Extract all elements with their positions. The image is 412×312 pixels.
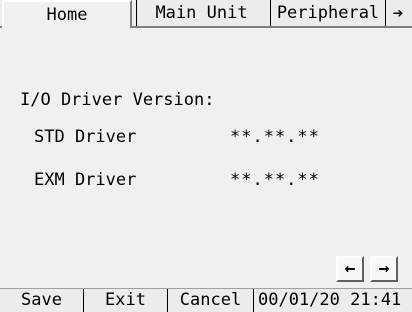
cancel-button[interactable]: Cancel	[168, 289, 254, 312]
tab-main-unit[interactable]: Main Unit	[136, 0, 266, 26]
save-button[interactable]: Save	[0, 289, 84, 312]
tab-next-right-arrow-icon[interactable]: ➔	[388, 4, 408, 24]
bottom-bar: Save Exit Cancel 00/01/20 21:41	[0, 288, 412, 312]
std-driver-version: **.**.**	[230, 127, 320, 147]
exm-driver-label: EXM Driver	[34, 170, 137, 190]
scroll-right-button[interactable]: →	[370, 256, 398, 282]
tab-bar: Home Main Unit Peripheral ➔	[0, 0, 412, 28]
exm-driver-version: **.**.**	[230, 170, 320, 190]
scroll-left-button[interactable]: ←	[336, 256, 364, 282]
std-driver-label: STD Driver	[34, 127, 137, 147]
tab-home[interactable]: Home	[2, 0, 132, 28]
right-arrow-icon: →	[378, 258, 390, 279]
tab-peripheral[interactable]: Peripheral	[270, 0, 386, 26]
exit-button[interactable]: Exit	[84, 289, 168, 312]
left-arrow-icon: ←	[344, 258, 356, 279]
device-screen: Home Main Unit Peripheral ➔ I/O Driver V…	[0, 0, 412, 312]
io-driver-version-title: I/O Driver Version:	[20, 90, 215, 110]
datetime-display: 00/01/20 21:41	[258, 290, 402, 310]
